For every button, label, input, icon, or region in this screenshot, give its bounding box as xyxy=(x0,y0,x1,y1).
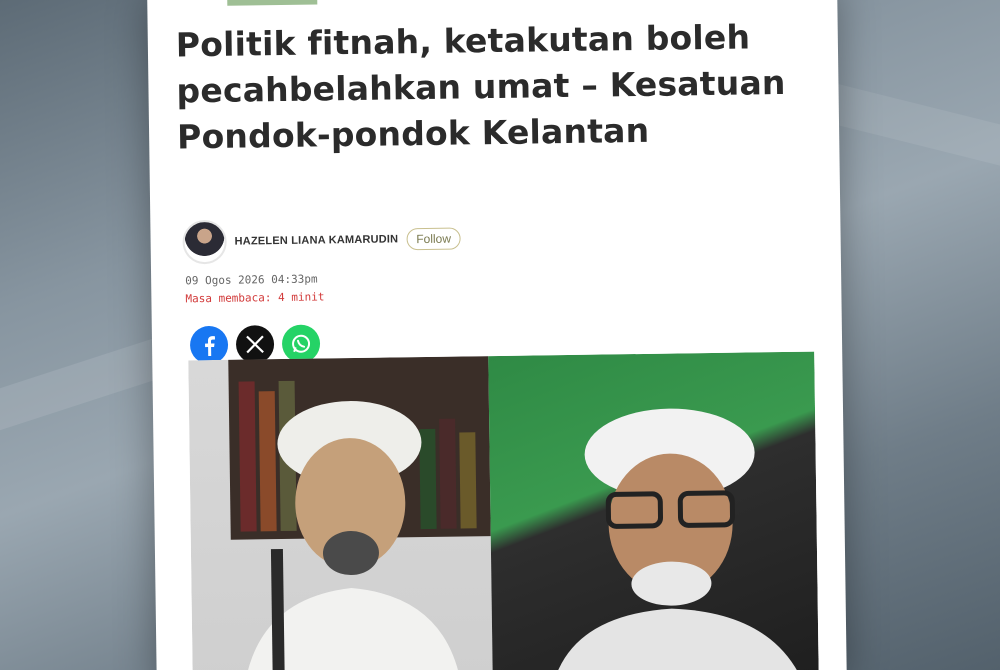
article-photo xyxy=(188,351,819,670)
category-tag xyxy=(227,0,318,6)
article-headline: Politik fitnah, ketakutan boleh pecahbel… xyxy=(175,17,786,157)
whatsapp-share-button[interactable] xyxy=(281,324,321,363)
author-name[interactable]: HAZELEN LIANA KAMARUDIN xyxy=(235,233,399,247)
facebook-share-button[interactable] xyxy=(189,325,229,365)
author-avatar[interactable] xyxy=(182,219,227,265)
publish-date: 09 Ogos 2026 04:33pm xyxy=(185,272,318,288)
reading-time: Masa membaca: 4 minit xyxy=(185,290,325,306)
background-streak xyxy=(819,81,1000,199)
whatsapp-icon xyxy=(292,334,311,353)
photo-right-panel xyxy=(488,351,819,670)
photo-left-panel xyxy=(188,356,493,670)
person-left-image xyxy=(243,401,463,670)
x-icon xyxy=(246,335,264,354)
x-share-button[interactable] xyxy=(235,325,275,364)
facebook-icon xyxy=(205,336,215,357)
author-row: HAZELEN LIANA KAMARUDIN Follow xyxy=(182,216,462,265)
article-card: Politik fitnah, ketakutan boleh pecahbel… xyxy=(147,0,847,670)
person-right-image xyxy=(552,408,803,670)
follow-button[interactable]: Follow xyxy=(406,227,462,251)
